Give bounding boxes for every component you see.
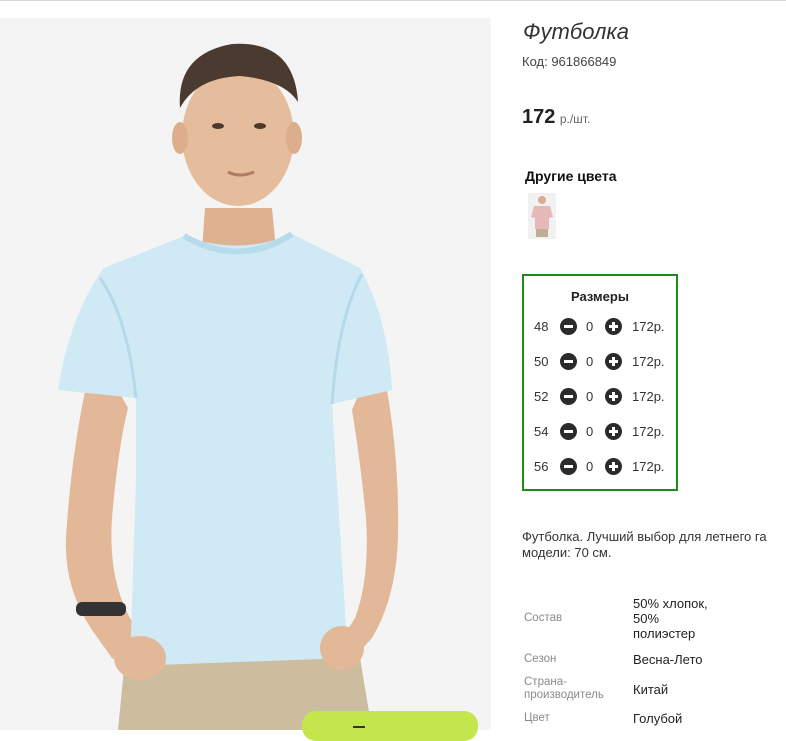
minus-icon[interactable]	[560, 353, 577, 370]
size-price: 172р.	[632, 319, 665, 334]
size-row: 50 0 172р.	[524, 352, 676, 372]
size-row: 52 0 172р.	[524, 387, 676, 407]
price-value: 172	[522, 106, 556, 128]
sizes-panel: Размеры 48 0 172р. 50 0 172р. 52 0 172р.…	[522, 274, 678, 491]
plus-icon[interactable]	[605, 458, 622, 475]
minus-icon[interactable]	[560, 423, 577, 440]
quantity-value: 0	[586, 459, 594, 474]
plus-icon[interactable]	[605, 423, 622, 440]
size-row: 48 0 172р.	[524, 317, 676, 337]
spec-label-color: Цвет	[524, 712, 550, 724]
minus-icon[interactable]	[560, 318, 577, 335]
plus-icon[interactable]	[605, 318, 622, 335]
minus-icon[interactable]	[560, 458, 577, 475]
other-colors-title: Другие цвета	[525, 168, 617, 184]
product-price: 172 р./шт.	[522, 106, 590, 129]
size-label: 48	[534, 319, 549, 334]
size-price: 172р.	[632, 459, 665, 474]
price-unit: р./шт.	[559, 112, 591, 126]
description-line: Футболка. Лучший выбор для летнего га	[522, 529, 767, 544]
size-label: 52	[534, 389, 549, 404]
quantity-value: 0	[586, 319, 594, 334]
spec-value-country: Китай	[633, 682, 669, 697]
spec-value-line: полиэстер	[633, 626, 696, 641]
spec-label-season: Сезон	[524, 653, 557, 665]
quantity-value: 0	[586, 389, 594, 404]
size-row: 54 0 172р.	[524, 422, 676, 442]
quantity-value: 0	[586, 424, 594, 439]
product-title: Футболка	[523, 19, 629, 44]
spec-value-season: Весна-Лето	[633, 652, 703, 667]
spec-label-composition: Состав	[524, 612, 563, 624]
size-label: 50	[534, 354, 549, 369]
scroll-indicator	[353, 726, 365, 728]
plus-icon[interactable]	[605, 388, 622, 405]
size-price: 172р.	[632, 354, 665, 369]
size-price: 172р.	[632, 389, 665, 404]
description-line: модели: 70 см.	[522, 545, 612, 560]
color-swatch-thumbnail[interactable]	[528, 193, 556, 239]
plus-icon[interactable]	[605, 353, 622, 370]
sizes-title: Размеры	[571, 289, 629, 304]
top-border	[0, 0, 786, 1]
product-photo[interactable]	[0, 18, 491, 730]
spec-value-composition: 50% хлопок, 50% полиэстер	[633, 596, 708, 641]
minus-icon[interactable]	[560, 388, 577, 405]
size-label: 56	[534, 459, 549, 474]
spec-value-color: Голубой	[633, 711, 683, 726]
add-to-cart-button[interactable]	[302, 711, 478, 741]
spec-value-line: 50%	[633, 611, 660, 626]
size-price: 172р.	[632, 424, 665, 439]
size-row: 56 0 172р.	[524, 457, 676, 477]
quantity-value: 0	[586, 354, 594, 369]
spec-value-line: 50% хлопок,	[633, 596, 708, 611]
product-sku: Код: 961866849	[522, 54, 617, 69]
size-label: 54	[534, 424, 549, 439]
product-description: Футболка. Лучший выбор для летнего га мо…	[522, 529, 786, 561]
spec-label-country: Страна-производитель	[524, 676, 604, 701]
